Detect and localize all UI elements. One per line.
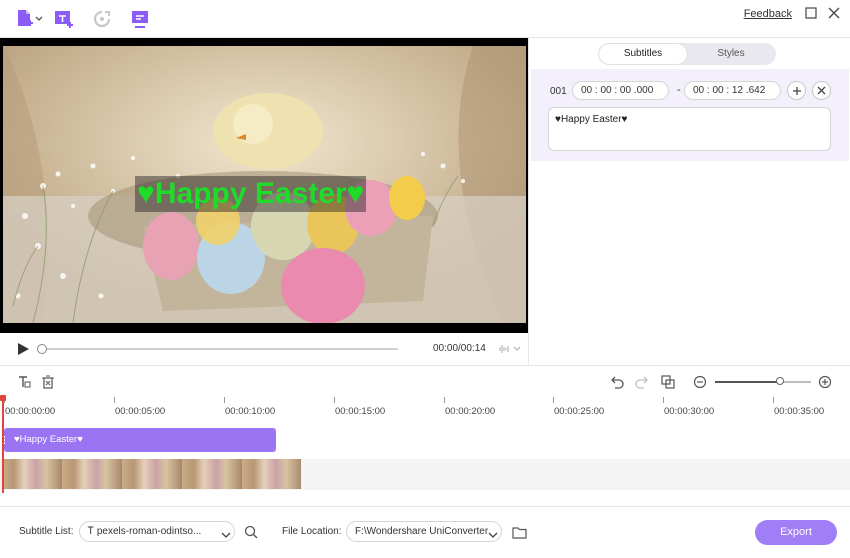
zoom-slider-handle[interactable]: [776, 377, 785, 385]
tab-styles[interactable]: Styles: [687, 44, 775, 64]
player-controls: 00:00/00:14: [0, 333, 528, 365]
ruler-tick: [553, 397, 554, 403]
ruler-label: 00:00:05:00: [115, 406, 166, 417]
split-icon[interactable]: [660, 374, 676, 390]
ruler-label: 00:00:35:00: [774, 406, 825, 417]
play-icon[interactable]: [16, 342, 30, 356]
subtitle-clip[interactable]: ♥Happy Easter♥: [3, 428, 278, 452]
video-preview[interactable]: ♥Happy Easter♥: [0, 38, 528, 333]
ruler-label: 00:00:20:00: [445, 406, 496, 417]
video-frame: ♥Happy Easter♥: [3, 46, 526, 323]
ruler-label: 00:00:00:00: [5, 406, 56, 417]
add-file-icon[interactable]: [14, 8, 36, 30]
folder-icon[interactable]: [511, 524, 527, 540]
ruler-tick: [114, 397, 115, 403]
subtitle-clip-label: ♥Happy Easter♥: [14, 434, 83, 445]
ruler-label: 00:00:15:00: [335, 406, 386, 417]
zoom-slider-fill: [715, 381, 781, 383]
add-subtitle-icon[interactable]: [53, 8, 75, 30]
file-location-select[interactable]: F:\Wondershare UniConverter: [346, 521, 502, 542]
audio-waveform-icon[interactable]: [497, 343, 521, 355]
top-toolbar: Feedback: [0, 0, 850, 38]
chevron-down-icon[interactable]: [34, 8, 44, 30]
zoom-out-icon[interactable]: [692, 374, 708, 390]
file-location-label: File Location:: [282, 526, 342, 537]
clip-trim-handle-right[interactable]: [276, 436, 278, 444]
auto-subtitle-icon[interactable]: [91, 8, 113, 30]
time-readout: 00:00/00:14: [433, 343, 486, 354]
ruler-tick: [444, 397, 445, 403]
video-clip-thumbnails[interactable]: [2, 459, 301, 489]
add-text-icon[interactable]: [16, 374, 32, 390]
start-time-field[interactable]: 00 : 00 : 00 .000: [572, 81, 669, 100]
timeline-ruler[interactable]: 00:00:00:00 00:00:05:00 00:00:10:00 00:0…: [0, 397, 850, 419]
ruler-tick: [224, 397, 225, 403]
undo-icon[interactable]: [609, 374, 625, 390]
subtitle-entry[interactable]: 001 00 : 00 : 00 .000 - 00 : 00 : 12 .64…: [531, 69, 849, 161]
playhead-handle[interactable]: [0, 395, 6, 401]
feedback-link[interactable]: Feedback: [744, 8, 792, 20]
subtitle-editor-panel: Subtitles Styles 001 00 : 00 : 00 .000 -…: [528, 38, 850, 365]
video-track: [0, 459, 850, 490]
ruler-tick: [334, 397, 335, 403]
timeline-toolbar: [0, 365, 850, 397]
zoom-in-icon[interactable]: [817, 374, 833, 390]
subtitle-index: 001: [550, 86, 567, 97]
playhead[interactable]: [2, 397, 4, 493]
subtitle-screen-icon[interactable]: [129, 8, 151, 30]
subtitle-track: ♥Happy Easter♥: [0, 422, 850, 458]
subtitle-list-value: pexels-roman-odintso...: [96, 526, 202, 537]
redo-icon[interactable]: [634, 374, 650, 390]
subtitle-list-select[interactable]: Ꭲ pexels-roman-odintso...: [79, 521, 235, 542]
search-icon[interactable]: [243, 524, 259, 540]
ruler-label: 00:00:10:00: [225, 406, 276, 417]
ruler-label: 00:00:25:00: [554, 406, 605, 417]
subtitle-text-field[interactable]: ♥Happy Easter♥: [548, 107, 831, 151]
close-icon[interactable]: [826, 5, 842, 21]
ruler-label: 00:00:30:00: [664, 406, 715, 417]
export-button[interactable]: Export: [755, 520, 837, 545]
maximize-icon[interactable]: [803, 5, 819, 21]
ruler-tick: [773, 397, 774, 403]
panel-tab-switch: Subtitles Styles: [598, 43, 776, 65]
end-time-field[interactable]: 00 : 00 : 12 .642: [684, 81, 781, 100]
ruler-tick: [663, 397, 664, 403]
progress-track[interactable]: [40, 348, 398, 350]
plus-icon: [792, 86, 801, 95]
text-file-icon: Ꭲ: [88, 526, 95, 537]
time-separator: -: [677, 84, 681, 96]
progress-handle[interactable]: [37, 344, 47, 354]
footer-bar: Subtitle List: Ꭲ pexels-roman-odintso...…: [0, 506, 850, 558]
delete-icon[interactable]: [40, 374, 56, 390]
chevron-down-icon[interactable]: [488, 529, 498, 538]
subtitle-list-label: Subtitle List:: [19, 526, 74, 537]
add-subtitle-button[interactable]: [787, 81, 806, 100]
chevron-down-icon[interactable]: [221, 529, 231, 538]
subtitle-preview-overlay[interactable]: ♥Happy Easter♥: [135, 176, 367, 212]
close-icon: [817, 86, 826, 95]
tab-subtitles[interactable]: Subtitles: [599, 44, 687, 64]
delete-subtitle-button[interactable]: [812, 81, 831, 100]
